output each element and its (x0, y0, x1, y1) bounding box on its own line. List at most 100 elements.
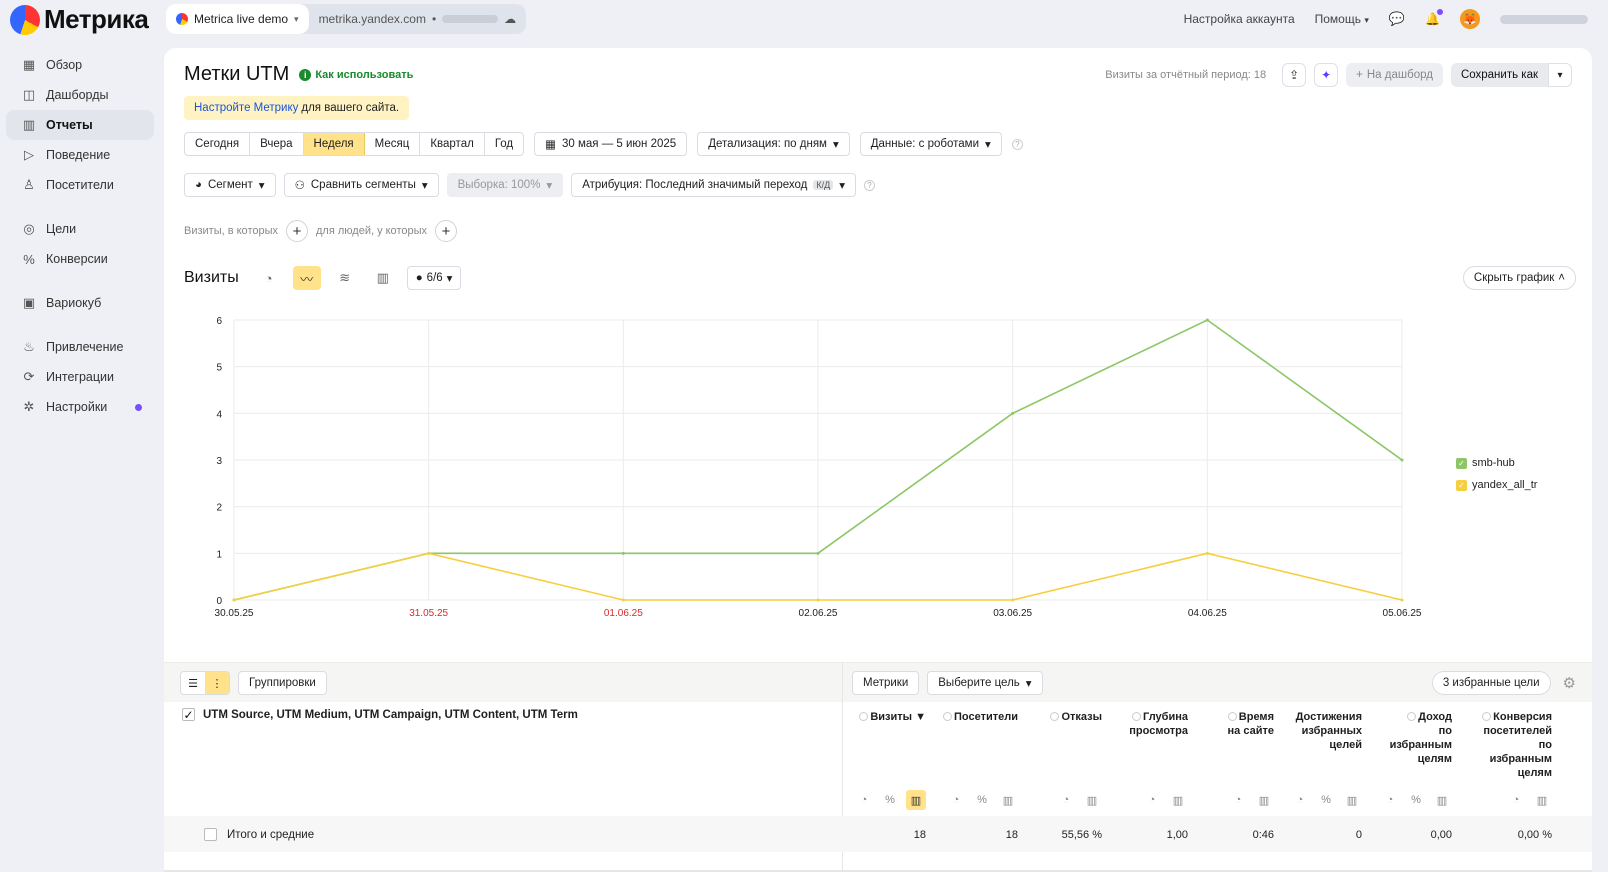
help-icon[interactable] (859, 712, 869, 721)
pie-chart-icon[interactable]: ◔ (854, 790, 874, 810)
user-name-placeholder[interactable] (1500, 14, 1588, 24)
add-visit-filter-button[interactable]: + (286, 220, 308, 242)
account-settings-link[interactable]: Настройка аккаунта (1184, 12, 1295, 26)
help-icon[interactable] (1227, 712, 1237, 721)
pie-chart-icon[interactable]: ◔ (946, 790, 966, 810)
metric-header[interactable]: Достижения избранных целей (1296, 710, 1362, 752)
legend-checkbox[interactable]: ✓ (1456, 479, 1467, 491)
sidebar-item-overview[interactable]: ▦ Обзор (6, 50, 154, 80)
sidebar-item-behavior[interactable]: ▷ Поведение (6, 140, 154, 170)
metric-header[interactable]: Визиты ▼ (859, 710, 926, 724)
series-select[interactable]: ● 6/6 ▾ (406, 266, 462, 290)
sidebar-item-integrations[interactable]: ⟳ Интеграции (6, 362, 154, 392)
help-icon[interactable] (1132, 712, 1142, 721)
data-mode-select[interactable]: Данные: с роботами ▾ (859, 132, 1002, 156)
sidebar-item-acquisition[interactable]: ♨ Привлечение (6, 332, 154, 362)
percent-icon[interactable]: % (880, 790, 900, 810)
export-button[interactable]: ⇪ (1282, 63, 1307, 87)
bar-chart-icon[interactable]: ▥ (1168, 790, 1188, 810)
percent-icon[interactable]: % (1316, 790, 1336, 810)
choose-goal-select[interactable]: Выберите цель ▾ (927, 671, 1043, 695)
save-as-button[interactable]: Сохранить как (1450, 63, 1548, 87)
add-to-dashboard-label: На дашборд (1366, 69, 1433, 81)
help-menu[interactable]: Помощь ▾ (1315, 12, 1369, 26)
bar-chart-icon[interactable]: ▥ (1082, 790, 1102, 810)
sidebar-item-goals[interactable]: ◎ Цели (6, 214, 154, 244)
chat-icon[interactable]: 💬 (1389, 11, 1405, 27)
pie-chart-icon[interactable]: ◔ (1228, 790, 1248, 810)
period-quarter[interactable]: Квартал (420, 133, 485, 155)
detail-select[interactable]: Детализация: по дням ▾ (697, 132, 850, 156)
hide-chart-button[interactable]: Скрыть график ˄ (1462, 266, 1576, 290)
help-icon[interactable] (943, 712, 953, 721)
compare-segments-button[interactable]: ⚇ Сравнить сегменты ▾ (283, 173, 439, 197)
help-icon[interactable]: ? (1011, 138, 1023, 150)
save-as-dropdown[interactable]: ▾ (1548, 63, 1572, 87)
period-yesterday[interactable]: Вчера (250, 133, 304, 155)
legend-checkbox[interactable]: ✓ (1456, 457, 1467, 469)
sidebar-item-settings[interactable]: ✲ Настройки (6, 392, 154, 422)
metric-header[interactable]: Доход по избранным целям (1390, 710, 1452, 766)
notification-dot (1437, 9, 1443, 15)
legend-item[interactable]: ✓ yandex_all_tr (1456, 474, 1537, 496)
date-range-picker[interactable]: ▦ 30 мая — 5 июн 2025 (534, 132, 688, 156)
bar-chart-icon[interactable]: ▥ (1432, 790, 1452, 810)
sidebar-item-visitors[interactable]: ♙ Посетители (6, 170, 154, 200)
sidebar-item-dashboards[interactable]: ◫ Дашборды (6, 80, 154, 110)
bar-chart-icon[interactable]: ▥ (1342, 790, 1362, 810)
legend-item[interactable]: ✓ smb-hub (1456, 452, 1537, 474)
bar-chart-icon[interactable]: ▥ (1532, 790, 1552, 810)
segment-button[interactable]: ◕ Сегмент ▾ (184, 173, 276, 197)
period-today[interactable]: Сегодня (185, 133, 251, 155)
chart-type-bar[interactable]: ▥ (369, 266, 397, 290)
brand-logo[interactable]: Метрика (10, 4, 149, 35)
bar-chart-icon[interactable]: ▥ (998, 790, 1018, 810)
attribution-select[interactable]: Атрибуция: Последний значимый переход К/Д… (571, 173, 857, 197)
tree-view-button[interactable]: ⋮ (205, 672, 229, 694)
period-week[interactable]: Неделя (303, 133, 365, 155)
ai-assistant-button[interactable]: ✦ (1314, 63, 1339, 87)
chart-type-line[interactable]: 〰 (292, 266, 321, 290)
period-month[interactable]: Месяц (365, 133, 421, 155)
sidebar-item-reports[interactable]: ▥ Отчеты (6, 110, 154, 140)
percent-icon[interactable]: % (1406, 790, 1426, 810)
metric-header[interactable]: Время на сайте (1228, 710, 1274, 738)
gear-icon[interactable]: ⚙ (1563, 674, 1576, 692)
period-year[interactable]: Год (485, 133, 523, 155)
pie-chart-icon[interactable]: ◔ (1506, 790, 1526, 810)
metrics-button[interactable]: Метрики (852, 671, 920, 695)
sidebar-item-variocube[interactable]: ▣ Вариокуб (6, 288, 154, 318)
avatar[interactable]: 🦊 (1460, 9, 1480, 29)
percent-icon[interactable]: % (972, 790, 992, 810)
sidebar-item-conversions[interactable]: % Конверсии (6, 244, 154, 274)
counter-select[interactable]: Metrica live demo ▾ (166, 4, 309, 34)
add-to-dashboard-button[interactable]: + На дашборд (1346, 63, 1443, 87)
pie-chart-icon[interactable]: ◔ (1290, 790, 1310, 810)
help-icon[interactable] (1482, 712, 1492, 721)
favorite-goals-button[interactable]: 3 избранные цели (1431, 671, 1551, 695)
chart-type-area[interactable]: ≋ (331, 266, 359, 290)
counter-host[interactable]: metrika.yandex.com • ☁ (309, 12, 527, 26)
pie-chart-icon[interactable]: ◔ (1142, 790, 1162, 810)
setup-link[interactable]: Настройте Метрику (194, 102, 298, 114)
help-icon[interactable] (1407, 712, 1417, 721)
pie-chart-icon[interactable]: ◔ (1380, 790, 1400, 810)
bell-icon[interactable]: 🔔 (1425, 9, 1443, 26)
metric-header[interactable]: Глубина просмотра (1129, 710, 1188, 738)
add-people-filter-button[interactable]: + (435, 220, 457, 242)
groupings-button[interactable]: Группировки (238, 671, 327, 695)
dimension-checkbox[interactable]: ✓ (182, 708, 195, 722)
list-view-button[interactable]: ☰ (181, 672, 205, 694)
help-icon[interactable] (1050, 712, 1060, 721)
pie-chart-icon[interactable]: ◔ (1056, 790, 1076, 810)
help-icon[interactable]: ? (864, 179, 876, 191)
how-to-link[interactable]: i Как использовать (299, 68, 413, 81)
chart-type-pie[interactable]: ◔ (255, 266, 283, 290)
totals-checkbox[interactable] (204, 828, 217, 841)
metric-header[interactable]: Конверсия посетителей по избранным целям (1482, 710, 1552, 780)
metric-header[interactable]: Посетители (943, 710, 1018, 724)
bar-chart-icon[interactable]: ▥ (906, 790, 926, 810)
metric-header[interactable]: Отказы (1050, 710, 1102, 724)
sample-select[interactable]: Выборка: 100% ▾ (446, 173, 564, 197)
bar-chart-icon[interactable]: ▥ (1254, 790, 1274, 810)
